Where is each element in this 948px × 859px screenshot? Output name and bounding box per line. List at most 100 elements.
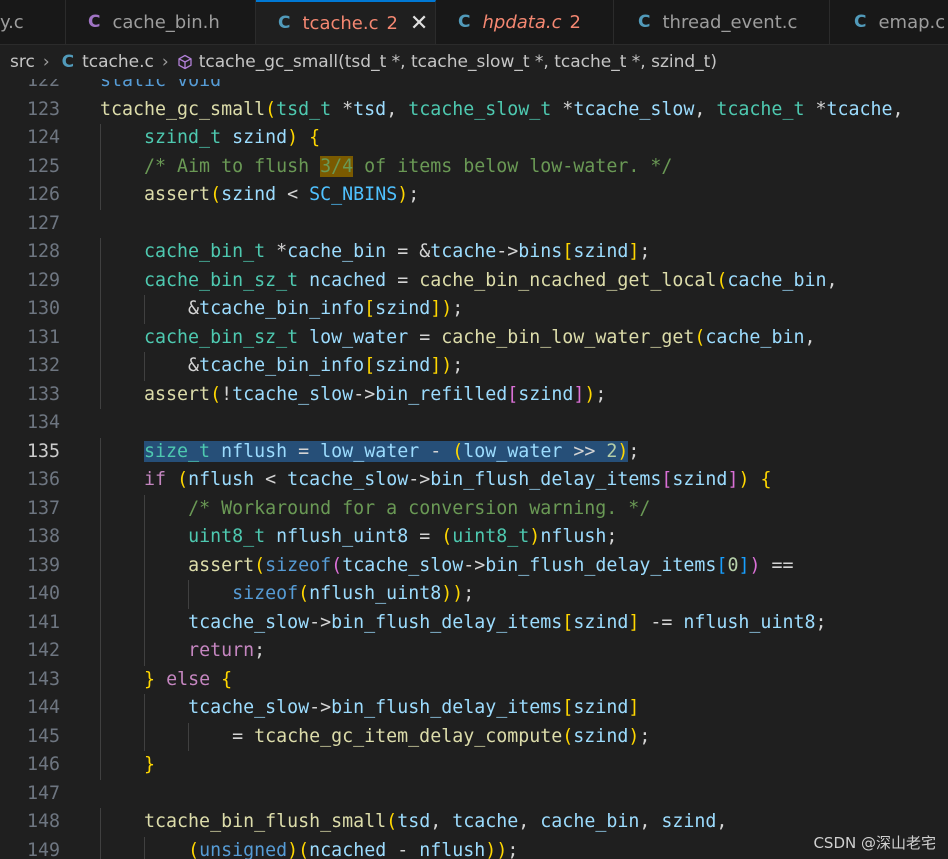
- code-line[interactable]: 146 }: [0, 751, 948, 780]
- line-number: 149: [26, 839, 60, 859]
- close-icon[interactable]: ✕: [410, 11, 428, 36]
- code-line[interactable]: 140 sizeof(nflush_uint8));: [0, 580, 948, 609]
- code-text: = tcache_gc_item_delay_compute(szind);: [100, 725, 651, 747]
- code-text: /* Aim to flush 3/4 of items below low-w…: [144, 155, 673, 177]
- c-file-icon: C: [638, 12, 651, 32]
- line-number: 143: [26, 668, 60, 690]
- code-line[interactable]: 122 static void: [0, 79, 948, 96]
- code-line[interactable]: 123 tcache_gc_small(tsd_t *tsd, tcache_sl…: [0, 96, 948, 125]
- breadcrumb-file[interactable]: tcache.c: [82, 52, 154, 72]
- tab-cache-bin-h[interactable]: C cache_bin.h: [66, 0, 256, 44]
- line-number: 147: [26, 782, 60, 804]
- code-text: (unsigned)(ncached - nflush));: [188, 839, 519, 859]
- code-line[interactable]: 132 &tcache_bin_info[szind]);: [0, 352, 948, 381]
- code-line[interactable]: 134: [0, 409, 948, 438]
- code-text: tcache_slow->bin_flush_delay_items[szind…: [188, 697, 640, 718]
- code-line[interactable]: 139 assert(sizeof(tcache_slow->bin_flush…: [0, 551, 948, 580]
- code-line[interactable]: 145 = tcache_gc_item_delay_compute(szind…: [0, 722, 948, 751]
- tab-hpdata-c[interactable]: C hpdata.c 2: [436, 0, 614, 44]
- code-text: assert(szind < SC_NBINS);: [144, 184, 420, 205]
- line-number: 124: [26, 127, 60, 148]
- breadcrumb: src › C tcache.c › tcache_gc_small(tsd_t…: [0, 45, 948, 79]
- line-number: 132: [26, 355, 60, 376]
- line-number: 128: [26, 241, 60, 262]
- code-line[interactable]: 148 tcache_bin_flush_small(tsd, tcache, …: [0, 808, 948, 837]
- function-symbol-icon: [178, 54, 192, 70]
- code-line[interactable]: 141 tcache_slow->bin_flush_delay_items[s…: [0, 608, 948, 637]
- tab-label: emap.c: [878, 11, 946, 33]
- code-line[interactable]: 138 uint8_t nflush_uint8 = (uint8_t)nflu…: [0, 523, 948, 552]
- code-line[interactable]: 137 /* Workaround for a conversion warni…: [0, 494, 948, 523]
- code-editor[interactable]: 122 static void 123 tcache_gc_small(tsd_t *…: [0, 79, 948, 859]
- code-line[interactable]: 128 cache_bin_t *cache_bin = &tcache->bi…: [0, 238, 948, 267]
- breadcrumb-symbol[interactable]: tcache_gc_small(tsd_t *, tcache_slow_t *…: [199, 52, 717, 72]
- c-file-icon: C: [278, 13, 291, 33]
- line-number: 126: [26, 184, 60, 205]
- tab-emap-c[interactable]: C emap.c: [830, 0, 948, 44]
- tab-y-c[interactable]: y.c: [0, 0, 66, 44]
- line-number: 142: [26, 640, 60, 661]
- code-text: &tcache_bin_info[szind]);: [100, 355, 464, 376]
- c-file-icon: C: [458, 12, 471, 32]
- code-line[interactable]: 133 assert(!tcache_slow->bin_refilled[sz…: [0, 380, 948, 409]
- problem-count-badge: 2: [569, 11, 581, 33]
- code-line[interactable]: 130 &tcache_bin_info[szind]);: [0, 295, 948, 324]
- line-number: 136: [26, 469, 60, 490]
- code-text: sizeof(nflush_uint8));: [232, 583, 475, 604]
- code-line[interactable]: 126 assert(szind < SC_NBINS);: [0, 181, 948, 210]
- c-file-icon: C: [854, 12, 867, 32]
- chevron-right-icon: ›: [42, 52, 50, 72]
- line-number: 145: [26, 725, 60, 747]
- code-text: uint8_t nflush_uint8 = (uint8_t)nflush;: [188, 526, 618, 547]
- code-text: &tcache_bin_info[szind]);: [100, 298, 464, 319]
- editor-tab-bar: y.c C cache_bin.h C tcache.c 2 ✕ C hpdat…: [0, 0, 948, 45]
- code-line[interactable]: 129 cache_bin_sz_t ncached = cache_bin_n…: [0, 266, 948, 295]
- code-line[interactable]: 142 return;: [0, 637, 948, 666]
- line-number: 129: [26, 269, 60, 291]
- c-file-icon: C: [61, 52, 75, 72]
- chevron-right-icon: ›: [161, 52, 169, 72]
- line-number: 148: [26, 811, 60, 832]
- code-line[interactable]: 131 cache_bin_sz_t low_water = cache_bin…: [0, 323, 948, 352]
- line-number: 144: [26, 697, 60, 718]
- problem-count-badge: 2: [386, 12, 398, 34]
- line-number: 135: [26, 440, 60, 462]
- code-text: tcache_slow->bin_flush_delay_items[szind…: [188, 611, 827, 633]
- code-line[interactable]: 143 } else {: [0, 665, 948, 694]
- tab-label: hpdata.c: [482, 11, 562, 33]
- line-number: 130: [26, 298, 60, 319]
- code-line[interactable]: 149 (unsigned)(ncached - nflush));: [0, 836, 948, 859]
- tab-thread-event-c[interactable]: C thread_event.c: [614, 0, 830, 44]
- tab-label: cache_bin.h: [112, 11, 220, 33]
- code-text: return;: [188, 640, 266, 661]
- code-text: static void: [100, 79, 222, 91]
- line-number: 137: [26, 497, 60, 519]
- code-text: cache_bin_t *cache_bin = &tcache->bins[s…: [144, 241, 651, 262]
- line-number: 140: [26, 583, 60, 604]
- line-number: 141: [26, 611, 60, 633]
- code-line[interactable]: 124 szind_t szind) {: [0, 124, 948, 153]
- code-line[interactable]: 135 size_t nflush = low_water - (low_wat…: [0, 437, 948, 466]
- breadcrumb-folder[interactable]: src: [10, 52, 35, 72]
- code-text: /* Workaround for a conversion warning. …: [188, 497, 651, 519]
- code-text: assert(sizeof(tcache_slow->bin_flush_del…: [188, 554, 794, 576]
- code-text: szind_t szind) {: [144, 127, 321, 148]
- code-line[interactable]: 127: [0, 210, 948, 239]
- line-number: 123: [26, 98, 60, 120]
- code-line[interactable]: 144 tcache_slow->bin_flush_delay_items[s…: [0, 694, 948, 723]
- tab-label: thread_event.c: [662, 11, 798, 33]
- code-line[interactable]: 125 /* Aim to flush 3/4 of items below l…: [0, 152, 948, 181]
- watermark: CSDN @深山老宅: [813, 834, 936, 852]
- code-text: cache_bin_sz_t ncached = cache_bin_ncach…: [144, 269, 838, 291]
- code-text: } else {: [144, 668, 233, 690]
- line-number: 134: [26, 412, 60, 433]
- code-text: size_t nflush = low_water - (low_water >…: [144, 440, 640, 462]
- code-text: if (nflush < tcache_slow->bin_flush_dela…: [144, 469, 772, 490]
- tab-tcache-c[interactable]: C tcache.c 2 ✕: [256, 0, 436, 44]
- line-number: 125: [26, 155, 60, 177]
- line-number: 127: [26, 212, 60, 234]
- code-line[interactable]: 136 if (nflush < tcache_slow->bin_flush_…: [0, 466, 948, 495]
- code-text: tcache_bin_flush_small(tsd, tcache, cach…: [144, 811, 728, 832]
- code-line[interactable]: 147: [0, 780, 948, 809]
- line-number: 122: [26, 79, 60, 91]
